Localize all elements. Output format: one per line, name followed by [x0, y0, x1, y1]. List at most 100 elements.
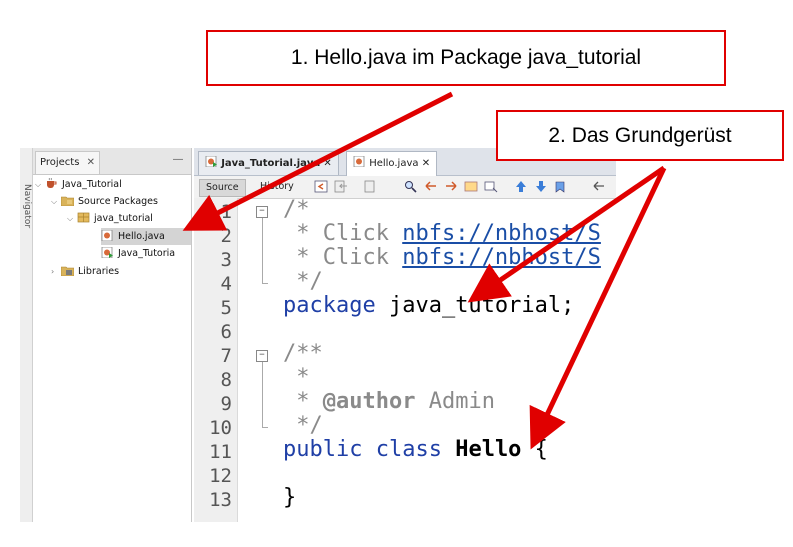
java-main-file-icon: [205, 155, 217, 168]
line-number: 4: [220, 273, 232, 295]
coffee-cup-project-icon: [47, 178, 57, 188]
editor-toolbar: Source History: [194, 176, 616, 199]
tree-item-package[interactable]: ⌵ java_tutorial: [67, 210, 153, 227]
code-line[interactable]: * @author Admin: [283, 390, 495, 414]
projects-tab[interactable]: Projects ✕: [35, 151, 101, 174]
editor-tab-hello-java[interactable]: Hello.java ✕: [346, 151, 438, 176]
comment-text: /*: [283, 197, 310, 222]
code-line-package[interactable]: package java_tutorial;: [283, 294, 574, 318]
last-edit-icon[interactable]: [314, 180, 328, 193]
class-name: Hello: [455, 437, 522, 462]
minimize-icon[interactable]: —: [173, 154, 183, 165]
code-line[interactable]: */: [283, 414, 323, 438]
comment-text: * Click: [283, 221, 403, 246]
line-number: 9: [220, 393, 232, 415]
fold-collapse-icon[interactable]: −: [256, 350, 268, 362]
fold-end: [262, 283, 268, 284]
projects-tab-label: Projects: [40, 157, 80, 168]
line-number: 2: [220, 225, 232, 247]
code-line[interactable]: * Click nbfs://nbhost/S: [283, 246, 601, 270]
projects-panel: Projects ✕ — ⌵ Java_Tutorial ⌵ Source Pack…: [33, 148, 192, 522]
code-editor: Java_Tutorial.java ✕ Hello.java ✕ Source…: [194, 148, 616, 522]
comment-text: *: [283, 365, 310, 390]
folder-source-icon: [61, 196, 74, 206]
tree-item-label: java_tutorial: [94, 213, 153, 224]
code-line[interactable]: */: [283, 270, 323, 294]
forward-icon[interactable]: [364, 180, 378, 193]
source-view-button[interactable]: Source: [199, 179, 246, 197]
keyword-package: package: [283, 293, 376, 318]
tree-item-java-tutorial-file[interactable]: Java_Tutoria: [101, 245, 175, 262]
java-file-icon: [101, 230, 113, 241]
chevron-right-icon[interactable]: ›: [51, 263, 61, 280]
toggle-bookmark-icon[interactable]: [554, 180, 568, 193]
javadoc-tag: @author: [322, 389, 416, 414]
close-icon[interactable]: ✕: [422, 158, 430, 169]
package-icon: [77, 212, 90, 223]
find-icon[interactable]: [404, 180, 418, 193]
previous-bookmark-icon[interactable]: [514, 180, 528, 193]
find-next-icon[interactable]: [444, 180, 458, 193]
shift-left-icon[interactable]: [592, 180, 606, 193]
back-icon[interactable]: [334, 180, 348, 193]
editor-tab-java-tutorial[interactable]: Java_Tutorial.java ✕: [198, 151, 339, 175]
line-number: 6: [220, 321, 232, 343]
code-line[interactable]: *: [283, 365, 310, 390]
libraries-icon: [61, 266, 74, 276]
chevron-down-icon[interactable]: ⌵: [35, 176, 45, 193]
fold-line: [262, 362, 263, 427]
callout-hello-java: 1. Hello.java im Package java_tutorial: [206, 30, 726, 86]
code-line[interactable]: }: [283, 486, 296, 510]
tree-item-project[interactable]: ⌵ Java_Tutorial: [35, 176, 122, 193]
comment-text: Admin: [415, 389, 495, 414]
brace: {: [521, 437, 548, 462]
navigator-strip[interactable]: Navigator: [20, 148, 33, 522]
fold-collapse-icon[interactable]: −: [256, 206, 268, 218]
fold-end: [262, 427, 268, 428]
code-line[interactable]: /**: [283, 342, 323, 366]
editor-tab-label: Hello.java: [369, 158, 419, 169]
fold-line: [262, 218, 263, 283]
code-line-class[interactable]: public class Hello {: [283, 438, 548, 462]
java-file-icon: [353, 155, 365, 168]
package-name: java_tutorial;: [375, 293, 575, 318]
chevron-down-icon[interactable]: ⌵: [51, 193, 61, 210]
code-line[interactable]: /*: [283, 198, 310, 222]
history-view-button[interactable]: History: [254, 179, 300, 195]
comment-text: */: [283, 269, 323, 294]
callout-grundgeruest: 2. Das Grundgerüst: [496, 110, 784, 161]
brace: }: [283, 485, 297, 510]
template-link[interactable]: nbfs://nbhost/S: [402, 221, 601, 246]
line-number: 11: [209, 441, 232, 463]
line-number: 12: [209, 465, 232, 487]
comment-text: * Click: [283, 245, 403, 270]
tree-item-label: Java_Tutoria: [118, 248, 176, 259]
tree-item-source-packages[interactable]: ⌵ Source Packages: [51, 193, 158, 210]
close-icon[interactable]: ✕: [87, 157, 95, 168]
template-link[interactable]: nbfs://nbhost/S: [402, 245, 601, 270]
next-bookmark-icon[interactable]: [534, 180, 548, 193]
tree-item-hello-java[interactable]: Hello.java: [101, 228, 191, 245]
tree-item-libraries[interactable]: › Libraries: [51, 263, 119, 280]
navigator-label[interactable]: Navigator: [20, 184, 32, 244]
line-number: 10: [209, 417, 232, 439]
toggle-highlight-icon[interactable]: [464, 180, 478, 193]
line-number: 13: [209, 489, 232, 511]
line-number: 3: [220, 249, 232, 271]
comment-text: */: [283, 413, 323, 438]
comment-text: /**: [283, 341, 323, 366]
editor-tab-label: Java_Tutorial.java: [221, 158, 321, 169]
tree-item-label: Java_Tutorial: [62, 179, 122, 190]
keyword-public-class: public class: [283, 437, 442, 462]
tree-item-label: Libraries: [78, 266, 120, 277]
find-previous-icon[interactable]: [424, 180, 438, 193]
line-number: 1: [220, 201, 232, 223]
code-line[interactable]: * Click nbfs://nbhost/S: [283, 222, 601, 246]
tree-item-label: Hello.java: [118, 231, 165, 242]
java-main-file-icon: [101, 247, 113, 258]
line-number: 7: [220, 345, 232, 367]
chevron-down-icon[interactable]: ⌵: [67, 210, 77, 227]
close-icon[interactable]: ✕: [323, 158, 331, 169]
tree-item-label: Source Packages: [78, 196, 158, 207]
toggle-rect-selection-icon[interactable]: [484, 180, 498, 193]
